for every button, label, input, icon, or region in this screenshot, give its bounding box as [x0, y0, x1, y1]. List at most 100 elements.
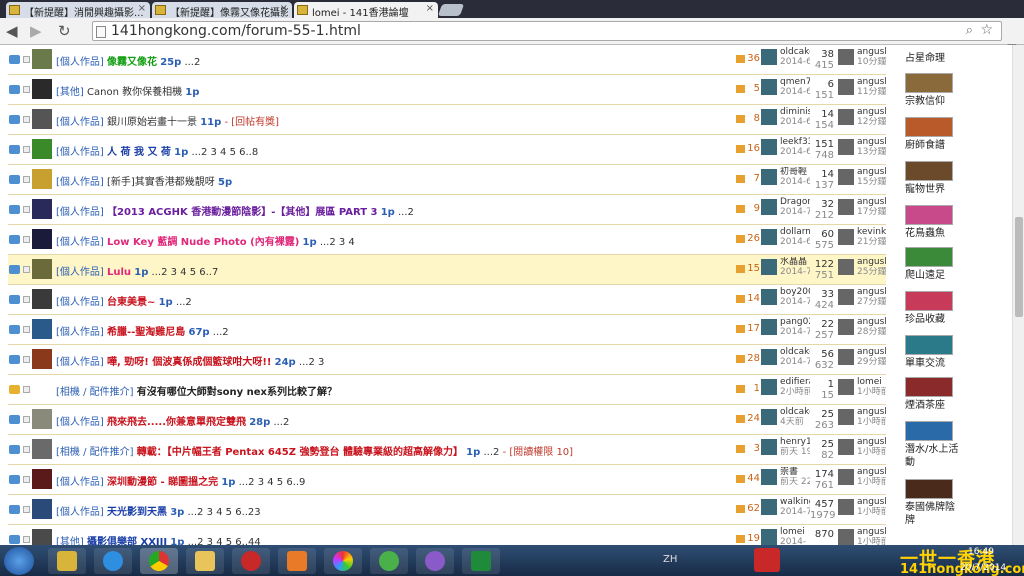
- poster-avatar[interactable]: [761, 469, 777, 485]
- thread-thumbnail[interactable]: [32, 349, 52, 369]
- tray-app-icon[interactable]: [754, 548, 780, 572]
- thread-thumbnail[interactable]: [32, 469, 52, 489]
- thread-pages[interactable]: 5p: [218, 177, 232, 188]
- thread-row[interactable]: [個人作品] 希臘--聖淘雞尼島 67p ...2 17 pang022014-7…: [8, 315, 886, 345]
- thread-pages[interactable]: 1p: [185, 87, 199, 98]
- thread-title-link[interactable]: 台東美景~: [107, 297, 155, 308]
- poster-avatar[interactable]: [761, 139, 777, 155]
- browser-tab-3-active[interactable]: lomei - 141香港論壇 ×: [294, 2, 438, 18]
- thread-title-link[interactable]: 有沒有哪位大師對sony nex系列比較了解？: [137, 387, 337, 398]
- category-label[interactable]: 爬山遠足: [905, 269, 960, 282]
- thread-pages[interactable]: 11p: [200, 117, 221, 128]
- last-poster-avatar[interactable]: [838, 109, 854, 125]
- poster-avatar[interactable]: [761, 289, 777, 305]
- thread-pages[interactable]: 28p: [249, 417, 270, 428]
- taskbar-excel-icon[interactable]: [462, 548, 500, 574]
- poster-avatar[interactable]: [761, 49, 777, 65]
- category-image[interactable]: [905, 247, 953, 267]
- thread-checkbox-icon[interactable]: [23, 176, 30, 183]
- thread-title-link[interactable]: 【2013 ACGHK 香港動漫節陰影】-【其他】展區 PART 3: [107, 207, 378, 218]
- thread-page-list[interactable]: ...2 3: [299, 357, 324, 368]
- scrollbar-thumb[interactable]: [1015, 217, 1023, 317]
- thread-checkbox-icon[interactable]: [23, 116, 30, 123]
- last-poster-avatar[interactable]: [838, 469, 854, 485]
- thread-thumbnail[interactable]: [32, 499, 52, 519]
- taskbar-audio-icon[interactable]: [232, 548, 270, 574]
- bookmark-star-icon[interactable]: ☆: [980, 22, 993, 38]
- thread-thumbnail[interactable]: [32, 529, 52, 545]
- thread-category-link[interactable]: [個人作品]: [56, 417, 104, 428]
- last-poster-avatar[interactable]: [838, 499, 854, 515]
- thread-thumbnail[interactable]: [32, 289, 52, 309]
- last-poster-name[interactable]: angusle: [857, 287, 886, 297]
- category-label[interactable]: 煙酒茶座: [905, 399, 960, 412]
- taskbar-explorer-icon[interactable]: [48, 548, 86, 574]
- thread-checkbox-icon[interactable]: [23, 506, 30, 513]
- thread-row[interactable]: [個人作品] 【2013 ACGHK 香港動漫節陰影】-【其他】展區 PART …: [8, 195, 886, 225]
- thread-page-list[interactable]: ...2 3 4: [320, 237, 355, 248]
- thread-category-link[interactable]: [個人作品]: [56, 327, 104, 338]
- thread-category-link[interactable]: [其他]: [56, 537, 84, 545]
- category-label[interactable]: 花鳥蟲魚: [905, 227, 960, 240]
- thread-checkbox-icon[interactable]: [23, 56, 30, 63]
- thread-title-link[interactable]: 像霧又像花: [107, 57, 157, 68]
- last-poster-avatar[interactable]: [838, 139, 854, 155]
- thread-title-link[interactable]: 人 荷 我 又 荷: [107, 147, 171, 158]
- thread-checkbox-icon[interactable]: [23, 326, 30, 333]
- last-poster-name[interactable]: angusle: [857, 197, 886, 207]
- thread-pages[interactable]: 1p: [303, 237, 317, 248]
- thread-row[interactable]: [個人作品] Low Key 藍調 Nude Photo (內有裸露) 1p .…: [8, 225, 886, 255]
- category-image[interactable]: [905, 377, 953, 397]
- vertical-scrollbar[interactable]: [1012, 45, 1024, 545]
- thread-thumbnail[interactable]: [32, 379, 52, 399]
- last-poster-avatar[interactable]: [838, 319, 854, 335]
- thread-row[interactable]: [個人作品] 銀川原始岩畫十一景 11p - [回帖有獎] 8 diminish20…: [8, 105, 886, 135]
- thread-checkbox-icon[interactable]: [23, 416, 30, 423]
- poster-name[interactable]: leekf33: [780, 137, 810, 147]
- thread-title-link[interactable]: 希臘--聖淘雞尼島: [107, 327, 185, 338]
- thread-title-link[interactable]: [新手]其實香港都幾靚呀: [107, 177, 215, 188]
- last-poster-avatar[interactable]: [838, 439, 854, 455]
- poster-name[interactable]: 初哥輕: [780, 167, 810, 177]
- thread-thumbnail[interactable]: [32, 259, 52, 279]
- thread-pages[interactable]: 1p: [381, 207, 395, 218]
- reload-icon[interactable]: ↻: [58, 22, 71, 40]
- poster-avatar[interactable]: [761, 259, 777, 275]
- thread-checkbox-icon[interactable]: [23, 146, 30, 153]
- taskbar-app-icon[interactable]: [370, 548, 408, 574]
- thread-thumbnail[interactable]: [32, 409, 52, 429]
- thread-category-link[interactable]: [相機 / 配件推介]: [56, 447, 134, 458]
- category-label[interactable]: 宗教信仰: [905, 95, 960, 108]
- thread-page-list[interactable]: ...2: [184, 57, 200, 68]
- thread-pages[interactable]: 3p: [170, 507, 184, 518]
- thread-row[interactable]: [個人作品] 飛來飛去.....你兼意單飛定雙飛 28p ...2 24 oldc…: [8, 405, 886, 435]
- thread-category-link[interactable]: [個人作品]: [56, 57, 104, 68]
- thread-category-link[interactable]: [個人作品]: [56, 207, 104, 218]
- last-poster-name[interactable]: kevinka: [857, 227, 886, 237]
- last-poster-name[interactable]: angusle: [857, 407, 886, 417]
- last-poster-name[interactable]: angusle: [857, 497, 886, 507]
- thread-title-link[interactable]: 嘩, 勁呀! 個波真係成個籃球咁大呀!!: [107, 357, 271, 368]
- category-image[interactable]: [905, 335, 953, 355]
- thread-category-link[interactable]: [個人作品]: [56, 477, 104, 488]
- thread-row[interactable]: [個人作品] [新手]其實香港都幾靚呀 5p 7 初哥輕2014-6-30 1413…: [8, 165, 886, 195]
- thread-pages[interactable]: 1p: [466, 447, 480, 458]
- thread-thumbnail[interactable]: [32, 199, 52, 219]
- last-poster-avatar[interactable]: [838, 229, 854, 245]
- thread-title-link[interactable]: Low Key 藍調 Nude Photo (內有裸露): [107, 237, 299, 248]
- thread-category-link[interactable]: [個人作品]: [56, 267, 104, 278]
- thread-category-link[interactable]: [其他]: [56, 87, 84, 98]
- thread-thumbnail[interactable]: [32, 229, 52, 249]
- thread-title-link[interactable]: 飛來飛去.....你兼意單飛定雙飛: [107, 417, 246, 428]
- thread-title-link[interactable]: 銀川原始岩畫十一景: [107, 117, 197, 128]
- thread-title-link[interactable]: 攝影俱樂部 XXIII: [87, 537, 167, 545]
- poster-avatar[interactable]: [761, 229, 777, 245]
- poster-avatar[interactable]: [761, 199, 777, 215]
- thread-row[interactable]: [個人作品] 台東美景~ 1p ...2 14 boy2002014-7-2 334…: [8, 285, 886, 315]
- poster-name[interactable]: 水晶晶: [780, 257, 810, 267]
- taskbar-ie-icon[interactable]: [94, 548, 132, 574]
- thread-checkbox-icon[interactable]: [23, 356, 30, 363]
- thread-pages[interactable]: 24p: [275, 357, 296, 368]
- thread-checkbox-icon[interactable]: [23, 266, 30, 273]
- thread-row[interactable]: [相機 / 配件推介] 有沒有哪位大師對sony nex系列比較了解？ 1 edi…: [8, 375, 886, 405]
